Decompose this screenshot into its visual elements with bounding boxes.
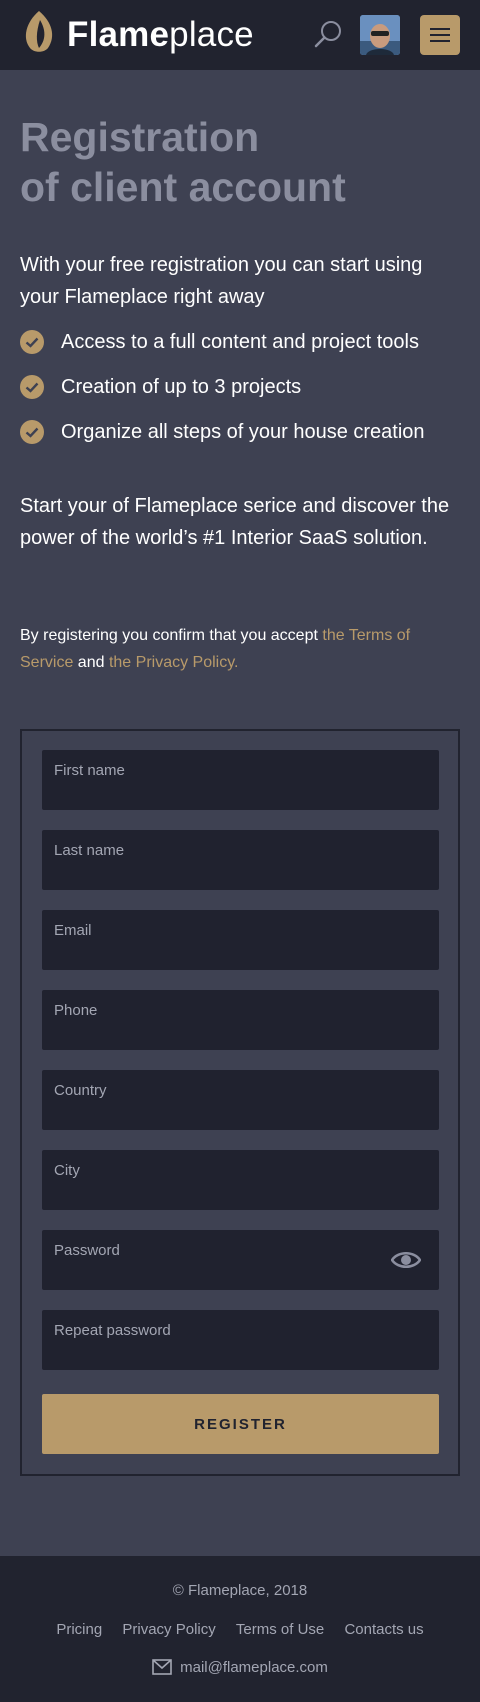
- eye-icon[interactable]: [391, 1248, 421, 1272]
- check-circle-icon: [20, 375, 44, 399]
- footer-link-contacts[interactable]: Contacts us: [344, 1621, 423, 1638]
- brand-name-light: place: [169, 15, 254, 54]
- repeat-password-field[interactable]: Repeat password: [42, 1310, 439, 1370]
- password-label: Password: [54, 1242, 120, 1259]
- feature-list: Access to a full content and project too…: [20, 326, 470, 461]
- intro-text: With your free registration you can star…: [20, 254, 423, 308]
- last-name-field[interactable]: Last name: [42, 830, 439, 890]
- city-input[interactable]: [54, 1182, 384, 1206]
- hamburger-menu-button[interactable]: [420, 15, 460, 55]
- outro-text: Start your of Flameplace serice and disc…: [20, 495, 450, 549]
- feature-item: Creation of up to 3 projects: [20, 371, 470, 416]
- footer-link-terms-of-use[interactable]: Terms of Use: [236, 1621, 324, 1638]
- footer-email[interactable]: mail@flameplace.com: [0, 1659, 480, 1676]
- footer-link-pricing[interactable]: Pricing: [56, 1621, 102, 1638]
- country-field[interactable]: Country: [42, 1070, 439, 1130]
- phone-label: Phone: [54, 1002, 98, 1019]
- site-header: Flameplace: [0, 0, 480, 70]
- feature-item: Access to a full content and project too…: [20, 326, 470, 371]
- phone-input[interactable]: [54, 1022, 384, 1046]
- password-input[interactable]: [54, 1262, 384, 1286]
- country-label: Country: [54, 1082, 107, 1099]
- last-name-input[interactable]: [54, 862, 384, 886]
- brand-logo[interactable]: Flameplace: [67, 13, 254, 57]
- city-field[interactable]: City: [42, 1150, 439, 1210]
- registration-form: First name Last name Email Phone Country…: [20, 729, 460, 1476]
- last-name-label: Last name: [54, 842, 125, 859]
- avatar[interactable]: [360, 15, 400, 55]
- first-name-field[interactable]: First name: [42, 750, 439, 810]
- footer-email-address[interactable]: mail@flameplace.com: [180, 1659, 328, 1676]
- page-title: Registration of client account: [20, 114, 346, 210]
- brand-name-bold: Flame: [67, 15, 170, 54]
- city-label: City: [54, 1162, 80, 1179]
- repeat-password-label: Repeat password: [54, 1322, 171, 1339]
- footer-link-privacy-policy[interactable]: Privacy Policy: [122, 1621, 215, 1638]
- register-button[interactable]: REGISTER: [42, 1394, 439, 1454]
- password-field[interactable]: Password: [42, 1230, 439, 1290]
- envelope-icon: [152, 1659, 172, 1675]
- copyright: © Flameplace, 2018: [172, 1582, 308, 1599]
- country-input[interactable]: [54, 1102, 384, 1126]
- footer-nav: Pricing Privacy Policy Terms of Use Cont…: [0, 1621, 480, 1638]
- email-input[interactable]: [54, 942, 384, 966]
- first-name-label: First name: [54, 762, 125, 779]
- check-circle-icon: [20, 330, 44, 354]
- search-icon[interactable]: [312, 19, 344, 51]
- phone-field[interactable]: Phone: [42, 990, 439, 1050]
- email-field[interactable]: Email: [42, 910, 439, 970]
- site-footer: © Flameplace, 2018 Pricing Privacy Polic…: [0, 1556, 480, 1702]
- hamburger-menu-icon: [430, 28, 450, 30]
- feature-item: Organize all steps of your house creatio…: [20, 416, 470, 461]
- check-circle-icon: [20, 420, 44, 444]
- privacy-policy-link[interactable]: the Privacy Policy.: [109, 654, 239, 671]
- first-name-input[interactable]: [54, 782, 384, 806]
- terms-notice: By registering you confirm that you acce…: [20, 627, 411, 671]
- email-label: Email: [54, 922, 92, 939]
- repeat-password-input[interactable]: [54, 1342, 384, 1366]
- flame-logo-icon[interactable]: [22, 10, 56, 54]
